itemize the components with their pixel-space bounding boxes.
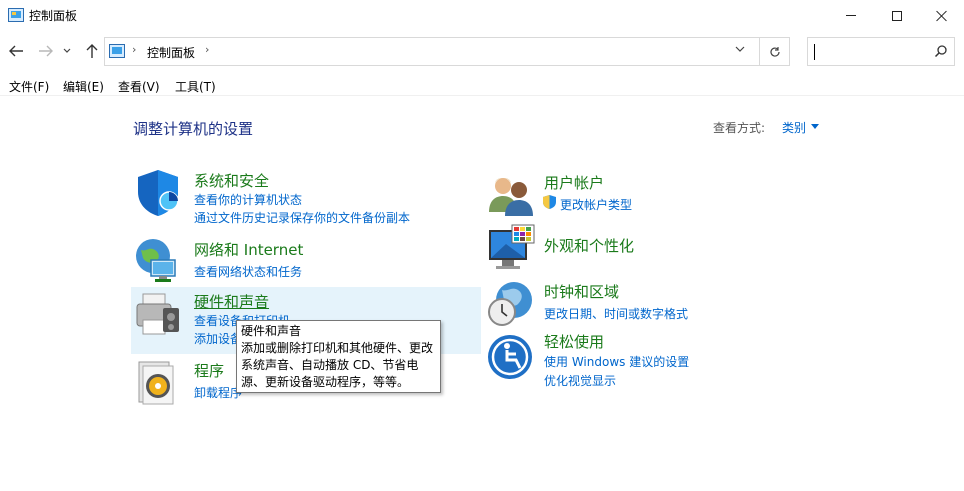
link-recommended-settings[interactable]: 使用 Windows 建议的设置 (544, 353, 689, 370)
maximize-icon (892, 10, 902, 21)
breadcrumb-separator-icon[interactable]: › (132, 43, 136, 56)
programs-disc-icon[interactable] (133, 358, 183, 408)
view-by-chevron-icon[interactable] (811, 124, 819, 129)
tooltip-line: 添加或删除打印机和其他硬件、更改 (241, 341, 434, 355)
maximize-button[interactable] (874, 0, 920, 31)
up-button[interactable] (82, 40, 102, 62)
refresh-icon (769, 46, 780, 57)
printer-icon[interactable] (133, 290, 183, 340)
chevron-down-icon (63, 48, 71, 53)
tooltip-hardware-sound: 硬件和声音 添加或删除打印机和其他硬件、更改 系统声音、自动播放 CD、节省电 … (236, 320, 441, 393)
users-icon[interactable] (486, 170, 536, 220)
link-network-status[interactable]: 查看网络状态和任务 (194, 263, 302, 280)
uac-shield-icon (543, 195, 556, 209)
title-bar: 控制面板 (0, 0, 964, 31)
minimize-icon (846, 15, 856, 16)
arrow-left-icon (9, 45, 23, 57)
address-bar[interactable]: › 控制面板 › (104, 37, 760, 66)
link-change-account-type[interactable]: 更改帐户类型 (560, 196, 632, 213)
control-panel-icon (8, 8, 24, 22)
link-file-history-backup[interactable]: 通过文件历史记录保存你的文件备份副本 (194, 209, 410, 226)
tooltip-line: 源、更新设备驱动程序，等等。 (241, 375, 410, 389)
search-icon[interactable] (934, 44, 948, 58)
close-button[interactable] (919, 0, 964, 31)
category-title-users[interactable]: 用户帐户 (544, 172, 604, 193)
menu-file[interactable]: 文件(F) (9, 78, 49, 95)
monitor-palette-icon[interactable] (486, 224, 536, 274)
link-uninstall-program[interactable]: 卸载程序 (194, 384, 242, 401)
page-title: 调整计算机的设置 (133, 120, 254, 138)
link-optimize-visual-display[interactable]: 优化视觉显示 (544, 372, 616, 389)
tooltip-line: 系统声音、自动播放 CD、节省电 (241, 358, 419, 372)
category-title-network[interactable]: 网络和 Internet (194, 239, 303, 260)
menu-bar: 文件(F) 编辑(E) 查看(V) 工具(T) (0, 74, 964, 96)
category-title-system[interactable]: 系统和安全 (194, 170, 269, 191)
window-title: 控制面板 (29, 9, 78, 23)
control-panel-window: 控制面板 › 控制面板 › 文件(F) 编辑(E) 查看(V) 工具(T) 调整… (0, 0, 964, 491)
category-title-appearance[interactable]: 外观和个性化 (544, 235, 634, 256)
network-globe-icon[interactable] (133, 236, 183, 286)
text-caret (814, 44, 815, 60)
minimize-button[interactable] (828, 0, 874, 31)
breadcrumb-separator-icon[interactable]: › (205, 43, 209, 56)
arrow-up-icon (86, 44, 98, 58)
breadcrumb-control-panel[interactable]: 控制面板 (147, 44, 195, 61)
category-title-clock[interactable]: 时钟和区域 (544, 281, 619, 302)
clock-globe-icon[interactable] (486, 280, 536, 330)
address-dropdown-icon[interactable] (735, 44, 745, 55)
category-title-ease[interactable]: 轻松使用 (544, 331, 604, 352)
forward-button[interactable] (36, 40, 56, 62)
arrow-right-icon (39, 45, 53, 57)
recent-locations-button[interactable] (60, 40, 74, 62)
tooltip-title: 硬件和声音 (241, 324, 302, 338)
ease-of-access-icon[interactable] (486, 332, 536, 382)
refresh-button[interactable] (760, 37, 790, 66)
back-button[interactable] (6, 40, 26, 62)
view-by-dropdown[interactable]: 类别 (782, 119, 806, 136)
menu-tools[interactable]: 工具(T) (175, 78, 216, 95)
view-by-label: 查看方式: (713, 121, 766, 135)
close-icon (936, 10, 948, 22)
menu-edit[interactable]: 编辑(E) (63, 78, 104, 95)
link-view-computer-status[interactable]: 查看你的计算机状态 (194, 191, 302, 208)
menu-view[interactable]: 查看(V) (118, 78, 160, 95)
search-input[interactable] (807, 37, 955, 66)
category-title-hardware[interactable]: 硬件和声音 (194, 291, 269, 312)
shield-icon[interactable] (133, 168, 183, 218)
link-change-date-time-format[interactable]: 更改日期、时间或数字格式 (544, 305, 688, 322)
link-add-device[interactable]: 添加设备 (194, 330, 242, 347)
category-title-programs[interactable]: 程序 (194, 360, 224, 381)
control-panel-icon (109, 44, 125, 58)
